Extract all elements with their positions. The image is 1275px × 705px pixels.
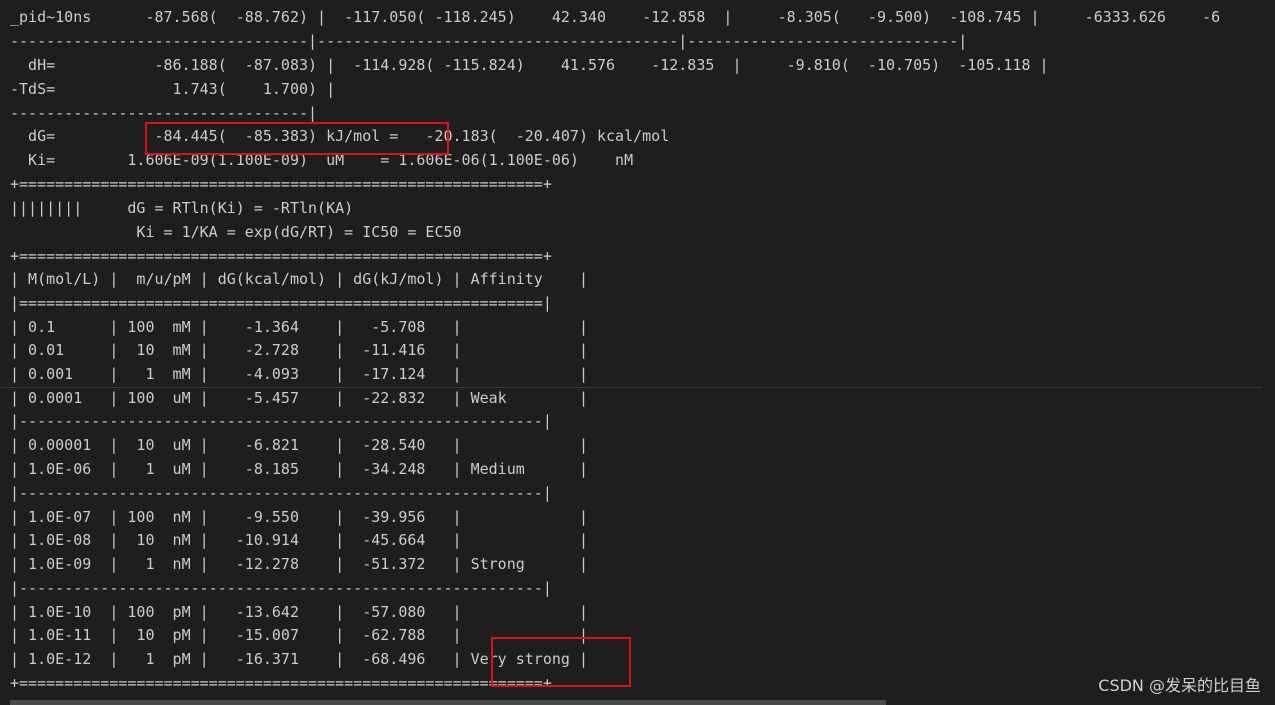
cursor-line-highlight [0, 387, 1262, 388]
terminal-line: ---------------------------------|------… [10, 32, 968, 50]
table-row: | 0.001 | 1 mM | -4.093 | -17.124 | | [10, 365, 588, 383]
table-row: | 0.01 | 10 mM | -2.728 | -11.416 | | [10, 341, 588, 359]
table-row: | 1.0E-06 | 1 uM | -8.185 | -34.248 | Me… [10, 460, 588, 478]
terminal-line: |=======================================… [10, 294, 552, 312]
table-row: | 0.00001 | 10 uM | -6.821 | -28.540 | | [10, 436, 588, 454]
table-row: | 0.1 | 100 mM | -1.364 | -5.708 | | [10, 318, 588, 336]
table-row: | 1.0E-10 | 100 pM | -13.642 | -57.080 |… [10, 603, 588, 621]
table-row: | 0.0001 | 100 uM | -5.457 | -22.832 | W… [10, 389, 588, 407]
terminal-line: -TdS= 1.743( 1.700) | [10, 80, 336, 98]
terminal-line: +=======================================… [10, 247, 552, 265]
terminal-output[interactable]: _pid~10ns -87.568( -88.762) | -117.050( … [0, 0, 1275, 705]
terminal-line: |---------------------------------------… [10, 579, 552, 597]
very-strong-highlight-box [491, 637, 631, 687]
table-row: | 1.0E-08 | 10 nM | -10.914 | -45.664 | … [10, 531, 588, 549]
horizontal-scrollbar[interactable] [0, 700, 1275, 705]
terminal-line: _pid~10ns -87.568( -88.762) | -117.050( … [10, 8, 1221, 26]
terminal-line: dH= -86.188( -87.083) | -114.928( -115.8… [10, 56, 1049, 74]
terminal-line: |||||||| dG = RTln(Ki) = -RTln(KA) [10, 199, 354, 217]
horizontal-scrollbar-thumb[interactable] [10, 700, 886, 705]
dg-highlight-box [145, 122, 449, 155]
terminal-line: +=======================================… [10, 674, 552, 692]
terminal-line: |---------------------------------------… [10, 484, 552, 502]
terminal-line: +=======================================… [10, 175, 552, 193]
terminal-line: |---------------------------------------… [10, 412, 552, 430]
watermark: CSDN @发呆的比目鱼 [1098, 676, 1261, 695]
terminal-line: Ki = 1/KA = exp(dG/RT) = IC50 = EC50 [10, 223, 462, 241]
table-row: | 1.0E-07 | 100 nM | -9.550 | -39.956 | … [10, 508, 588, 526]
table-header-row: | M(mol/L) | m/u/pM | dG(kcal/mol) | dG(… [10, 270, 588, 288]
table-row: | 1.0E-09 | 1 nM | -12.278 | -51.372 | S… [10, 555, 588, 573]
